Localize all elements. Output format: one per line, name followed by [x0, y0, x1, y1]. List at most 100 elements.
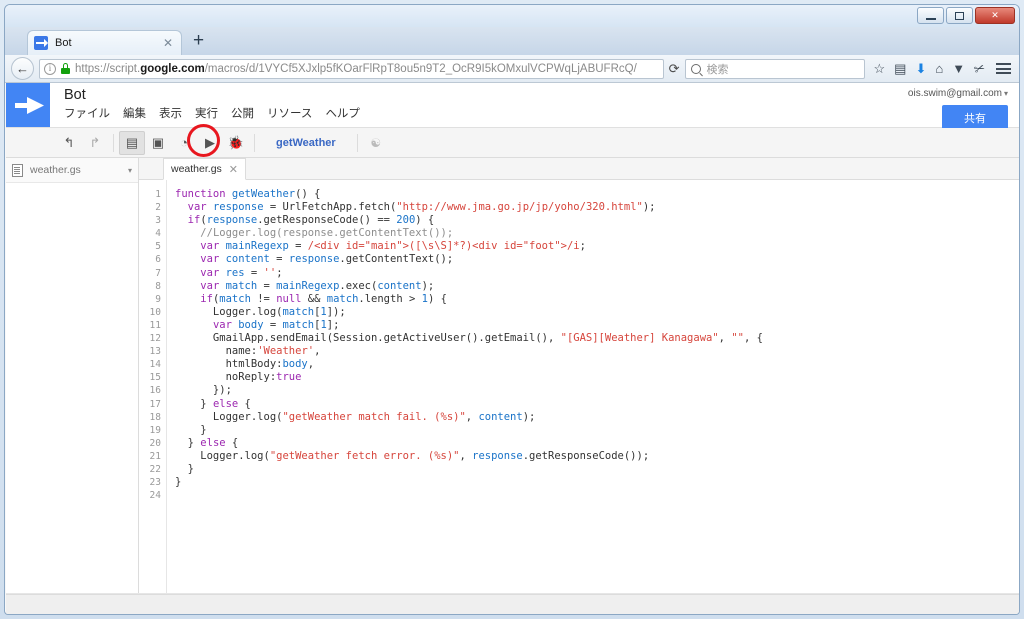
line-number: 9	[155, 293, 161, 305]
line-number: 15	[149, 372, 161, 384]
menu-item-file[interactable]: ファイル	[64, 107, 110, 122]
code-line: noReply:true	[175, 371, 1019, 384]
account-email-text: ois.swim@gmail.com	[907, 88, 1002, 99]
minimize-button[interactable]	[917, 7, 944, 24]
app-header-titles: Bot ファイル 編集 表示 実行 公開 リソース ヘルプ	[50, 83, 1019, 127]
code-token: .exec(	[339, 279, 378, 292]
new-tab-button[interactable]: +	[193, 31, 204, 50]
app-header: Bot ファイル 編集 表示 実行 公開 リソース ヘルプ ois.swim@g…	[6, 83, 1019, 131]
line-number: 6	[155, 254, 161, 266]
code-text[interactable]: function getWeather() { var response = U…	[167, 180, 1019, 593]
browser-tabstrip: Bot ✕ +	[5, 27, 1019, 55]
menu-item-view[interactable]: 表示	[159, 107, 182, 122]
browser-window: ✕ Bot ✕ + ← i https://script.google.com/…	[4, 4, 1020, 615]
url-scheme: https://	[75, 62, 110, 75]
code-token: Logger.log(	[175, 305, 283, 318]
chevron-down-icon[interactable]: ▾	[128, 166, 132, 175]
browser-status-bar	[6, 594, 1019, 614]
line-number: 13	[149, 346, 161, 358]
code-token: "getWeather fetch error. (%s)"	[269, 449, 460, 462]
line-number: 1	[155, 189, 161, 200]
code-line: }	[175, 424, 1019, 437]
code-token: );	[421, 279, 435, 292]
back-button[interactable]: ←	[11, 57, 34, 80]
code-token: );	[522, 410, 536, 423]
code-token: /<div id="main">([\s\S]*?)<div id="foot"…	[307, 240, 580, 253]
url-text: https://script.google.com/macros/d/1VYCf…	[75, 63, 659, 75]
save-icon[interactable]: ▣	[145, 131, 171, 155]
code-token: }	[175, 476, 182, 489]
code-token: ''	[263, 266, 277, 279]
menu-item-resources[interactable]: リソース	[267, 107, 312, 122]
code-line: Logger.log(match[1]);	[175, 305, 1019, 319]
sidebar-file-label: weather.gs	[30, 164, 81, 176]
address-bar[interactable]: i https://script.google.com/macros/d/1VY…	[39, 58, 664, 79]
tab-close-icon[interactable]: ✕	[161, 37, 175, 49]
lightbulb-icon[interactable]: ☯	[363, 131, 389, 155]
code-token: !=	[250, 292, 277, 305]
code-token: ;	[579, 240, 586, 253]
code-token: var	[212, 318, 232, 331]
apps-script-favicon-icon	[34, 36, 48, 50]
editor-tab-close-icon[interactable]: ✕	[229, 163, 238, 176]
site-info-icon[interactable]: i	[44, 62, 56, 75]
browser-menu-icon[interactable]	[996, 63, 1011, 74]
sidebar-file-weather[interactable]: weather.gs ▾	[6, 158, 138, 183]
browser-navbar: ← i https://script.google.com/macros/d/1…	[5, 55, 1019, 83]
menu-bar: ファイル 編集 表示 実行 公開 リソース ヘルプ	[64, 107, 1019, 122]
debug-icon[interactable]: 🐞	[223, 131, 249, 155]
line-number: 2	[155, 202, 161, 214]
account-area: ois.swim@gmail.com ▾ 共有	[908, 88, 1008, 131]
code-token: "[GAS][Weather] Kanagawa"	[560, 332, 719, 345]
function-selector[interactable]: getWeather	[260, 137, 352, 149]
chevron-down-icon: ▾	[1003, 89, 1008, 98]
account-email[interactable]: ois.swim@gmail.com ▾	[908, 88, 1008, 99]
code-token: match	[219, 292, 251, 305]
close-button[interactable]: ✕	[975, 7, 1015, 24]
menu-item-help[interactable]: ヘルプ	[325, 107, 360, 122]
code-token: res	[225, 266, 245, 279]
code-token: name:	[175, 345, 258, 358]
search-box[interactable]: 検索	[684, 58, 865, 79]
redo-icon[interactable]: ↱	[82, 131, 108, 155]
menu-item-run[interactable]: 実行	[195, 107, 218, 122]
downloads-icon[interactable]: ⬇	[915, 62, 926, 75]
toolbar-divider-2	[254, 133, 255, 152]
tab-title: Bot	[55, 37, 72, 49]
line-number: 10	[149, 306, 161, 318]
bookmark-star-icon[interactable]: ☆	[874, 62, 886, 75]
code-line: });	[175, 384, 1019, 397]
line-number: 12	[149, 333, 161, 345]
code-area[interactable]: 1 2 3 4 5 6 7 8 9 10 11 12 13 14 15 16 17 18 19 20 21 22 23 24 …	[139, 180, 1019, 593]
maximize-button[interactable]	[946, 7, 973, 24]
code-token: .getResponseCode());	[522, 449, 650, 462]
line-number: 8	[155, 280, 161, 292]
addon-icon[interactable]: ✂	[972, 60, 987, 78]
line-number: 3	[155, 215, 161, 227]
toggle-file-list-icon[interactable]: ▤	[119, 130, 145, 155]
browser-tab-bot[interactable]: Bot ✕	[27, 30, 182, 55]
project-title[interactable]: Bot	[64, 87, 1019, 104]
editor-tab-weather[interactable]: weather.gs ✕	[163, 158, 247, 180]
undo-icon[interactable]: ↰	[56, 131, 82, 155]
menu-item-edit[interactable]: 編集	[123, 107, 146, 122]
run-button[interactable]: ▶	[197, 131, 223, 155]
pocket-icon[interactable]: ▼	[952, 62, 965, 75]
search-icon	[690, 63, 701, 74]
code-token: response	[206, 214, 258, 227]
code-token: getWeather	[231, 188, 296, 200]
code-token: }	[175, 397, 213, 410]
code-token: , {	[743, 332, 763, 345]
code-token: response	[288, 253, 340, 266]
reader-view-icon[interactable]: ▤	[894, 62, 906, 75]
menu-item-publish[interactable]: 公開	[231, 107, 254, 122]
reload-icon[interactable]: ⟳	[669, 61, 680, 77]
home-icon[interactable]: ⌂	[935, 62, 943, 75]
code-token: //Logger.log(response.getContentText());	[200, 227, 454, 240]
history-icon[interactable]: ◔	[171, 131, 197, 155]
apps-script-logo-icon	[6, 83, 50, 127]
code-token: content	[377, 279, 422, 292]
